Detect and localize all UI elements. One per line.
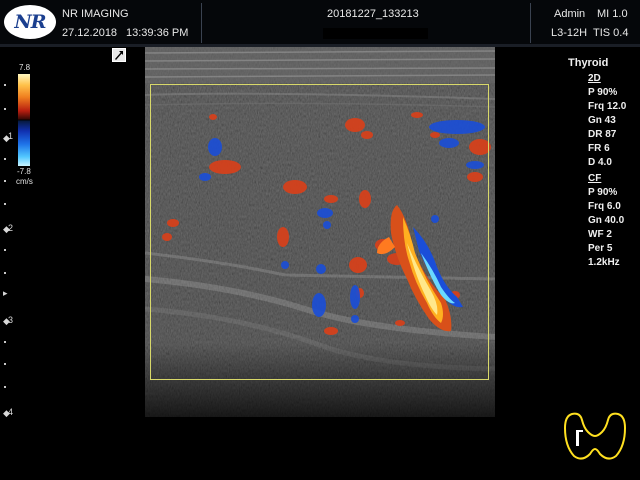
exam-date: 27.12.2018 — [62, 27, 118, 39]
depth-tick — [4, 108, 6, 110]
param-2d-dynamic-range: DR 87 — [588, 129, 617, 140]
param-cf-wall-filter: WF 2 — [588, 229, 612, 240]
param-cf-frequency: Frq 6.0 — [588, 201, 621, 212]
depth-tick — [4, 84, 6, 86]
header-divider — [530, 3, 531, 43]
depth-tick — [4, 363, 6, 365]
mode-cf-label: CF — [588, 173, 602, 184]
logo-text: NR — [14, 11, 46, 33]
header-divider — [201, 3, 202, 43]
param-2d-frame-rate: FR 6 — [588, 143, 610, 154]
thyroid-bodymark-icon — [563, 412, 627, 460]
depth-label: 3 — [8, 315, 14, 325]
param-cf-prf: 1.2kHz — [588, 257, 620, 268]
color-doppler-roi-box[interactable] — [150, 84, 489, 380]
depth-tick — [4, 249, 6, 251]
depth-tick — [4, 272, 6, 274]
exam-time: 13:39:36 PM — [126, 27, 189, 39]
study-id: 20181227_133213 — [327, 8, 419, 20]
mode-2d-label: 2D — [588, 73, 601, 84]
depth-tick — [4, 158, 6, 160]
colorbar-min: -7.8 — [17, 167, 31, 176]
param-2d-gain: Gn 43 — [588, 115, 616, 126]
param-2d-frequency: Frq 12.0 — [588, 101, 627, 112]
mechanical-index: MI 1.0 — [597, 8, 628, 20]
redacted-patient-name — [323, 28, 428, 39]
velocity-colorbar — [18, 74, 30, 166]
nr-logo-icon: NR — [4, 5, 56, 39]
depth-label: 2 — [8, 223, 14, 233]
colorbar-unit: cm/s — [16, 177, 33, 186]
header-bar: NR NR IMAGING 27.12.2018 13:39:36 PM 201… — [0, 0, 640, 44]
depth-label: 4 — [8, 407, 14, 417]
param-cf-gain: Gn 40.0 — [588, 215, 625, 226]
param-cf-persistence: Per 5 — [588, 243, 613, 254]
exam-preset: Thyroid — [568, 57, 609, 69]
param-2d-power: P 90% — [588, 87, 618, 98]
depth-tick — [4, 341, 6, 343]
param-cf-power: P 90% — [588, 187, 618, 198]
thermal-index: TIS 0.4 — [593, 27, 629, 39]
param-2d-depth: D 4.0 — [588, 157, 612, 168]
probe-name: L3-12H — [551, 27, 588, 39]
operator-name: Admin — [554, 8, 586, 20]
depth-tick — [4, 203, 6, 205]
probe-orientation-icon — [112, 48, 126, 62]
depth-tick — [4, 180, 6, 182]
focus-marker-icon: ▸ — [3, 288, 8, 298]
depth-tick — [4, 386, 6, 388]
depth-label: 1 — [8, 131, 14, 141]
institution-name: NR IMAGING — [62, 8, 129, 20]
colorbar-max: 7.8 — [19, 63, 31, 72]
